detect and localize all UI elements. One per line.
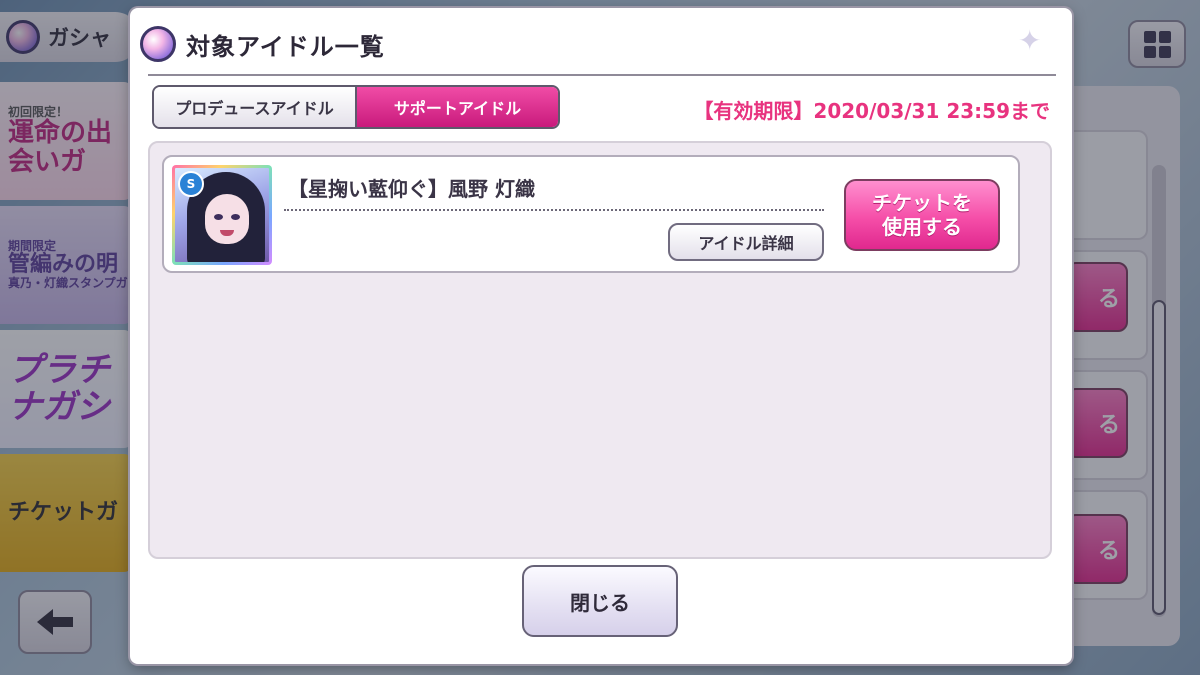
idol-name: 【星掬い藍仰ぐ】風野 灯織 bbox=[288, 177, 535, 201]
portrait-eye bbox=[214, 214, 223, 220]
bg-use-label: る bbox=[1097, 539, 1120, 564]
gacha-banner-list: 初回限定！ 運命の出会いガ 期間限定 管編みの明 真乃・灯織スタンプガ プラチナ… bbox=[0, 82, 132, 582]
banner-destiny-gacha[interactable]: 初回限定！ 運命の出会いガ bbox=[0, 82, 132, 200]
portrait-face bbox=[205, 194, 249, 244]
tab-produce-idol[interactable]: プロデュースアイドル bbox=[154, 87, 357, 127]
header-title-bar: ガシャ bbox=[0, 12, 140, 62]
use-ticket-label-line1: チケットを bbox=[872, 191, 972, 215]
menu-button[interactable] bbox=[1128, 20, 1186, 68]
gacha-app-icon bbox=[140, 26, 176, 62]
idol-detail-button[interactable]: アイドル詳細 bbox=[668, 223, 824, 261]
use-ticket-label-line2: 使用する bbox=[882, 215, 962, 239]
banner-subtitle: 真乃・灯織スタンプガ bbox=[8, 276, 128, 291]
dialog-title: 対象アイドル一覧 bbox=[186, 33, 385, 61]
scrollbar-thumb[interactable] bbox=[1152, 300, 1166, 615]
close-button[interactable]: 閉じる bbox=[522, 565, 678, 637]
gacha-app-icon bbox=[6, 20, 40, 54]
bg-use-label: る bbox=[1097, 287, 1120, 312]
grid-menu-icon bbox=[1143, 30, 1171, 58]
idol-type-tabs: プロデュースアイドル サポートアイドル bbox=[152, 85, 560, 129]
banner-platinum-gacha[interactable]: プラチナガシ bbox=[0, 330, 132, 448]
expiry-text: 【有効期限】2020/03/31 23:59まで bbox=[693, 99, 1050, 123]
dotted-divider bbox=[284, 209, 824, 211]
banner-title: 運命の出会いガ bbox=[8, 118, 113, 177]
use-ticket-button[interactable]: チケットを 使用する bbox=[844, 179, 1000, 251]
bg-use-button[interactable]: る bbox=[1066, 514, 1128, 584]
arrow-left-icon bbox=[37, 609, 73, 635]
bg-use-label: る bbox=[1097, 413, 1120, 438]
title-divider bbox=[148, 74, 1056, 76]
bg-use-button[interactable]: る bbox=[1066, 388, 1128, 458]
idol-portrait[interactable]: S bbox=[172, 165, 272, 265]
banner-ticket-gacha[interactable]: チケットガ bbox=[0, 454, 132, 572]
banner-tag: 期間限定 bbox=[8, 238, 57, 253]
idol-list-dialog: 対象アイドル一覧 ✦ プロデュースアイドル サポートアイドル 【有効期限】202… bbox=[130, 8, 1072, 664]
banner-title: プラチナガシ bbox=[8, 349, 110, 427]
header-title: ガシャ bbox=[48, 26, 111, 50]
portrait-eye bbox=[231, 214, 240, 220]
tab-support-idol[interactable]: サポートアイドル bbox=[357, 87, 558, 127]
banner-title: チケットガ bbox=[8, 499, 119, 525]
bg-use-button[interactable]: る bbox=[1066, 262, 1128, 332]
banner-title: 管編みの明 bbox=[8, 251, 119, 277]
sparkle-icon: ✦ bbox=[1018, 24, 1042, 57]
banner-limited-gacha[interactable]: 期間限定 管編みの明 真乃・灯織スタンプガ bbox=[0, 206, 132, 324]
back-button[interactable] bbox=[18, 590, 92, 654]
list-item: S 【星掬い藍仰ぐ】風野 灯織 アイドル詳細 チケットを 使用する bbox=[162, 155, 1020, 273]
rarity-badge-icon: S bbox=[178, 171, 204, 197]
idol-list: S 【星掬い藍仰ぐ】風野 灯織 アイドル詳細 チケットを 使用する bbox=[148, 141, 1052, 559]
